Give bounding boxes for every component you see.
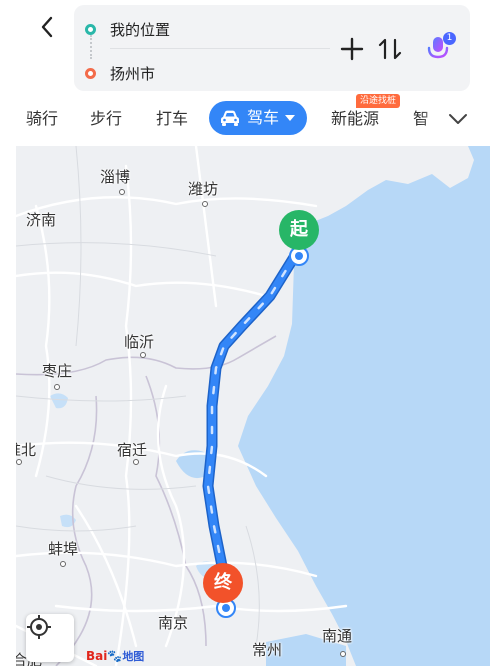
- city-dot-bengbu: [60, 561, 66, 567]
- dropdown-triangle-icon: [285, 114, 296, 122]
- baidu-logo-suffix: 地图: [122, 650, 145, 663]
- map-view[interactable]: 淄博 潍坊 济南 临沂 枣庄 宿迁 淮北 蚌埠 南京 常州 南通 合肥 起 终: [16, 146, 490, 666]
- header: 我的位置 扬州市 1: [0, 0, 500, 100]
- swap-route-button[interactable]: [376, 35, 404, 63]
- end-marker[interactable]: 终: [203, 563, 243, 611]
- city-dot-zibo: [119, 189, 125, 195]
- province-border-3: [145, 375, 207, 647]
- chevron-down-icon: [449, 114, 467, 124]
- lake-weishan: [50, 393, 68, 409]
- voice-input-button[interactable]: 1: [424, 32, 456, 63]
- baidu-logo-prefix: Bai: [86, 649, 108, 663]
- city-linyi: 临沂: [124, 333, 155, 351]
- origin-field[interactable]: 我的位置: [74, 11, 334, 47]
- origin-text: 我的位置: [110, 20, 171, 39]
- tab-new-energy[interactable]: 新能源: [331, 106, 379, 132]
- destination-field[interactable]: 扬州市: [74, 55, 334, 91]
- city-suqian: 宿迁: [117, 441, 148, 459]
- route-divider: [110, 48, 330, 49]
- start-marker-label: 起: [279, 210, 319, 250]
- end-marker-label: 终: [203, 563, 243, 603]
- city-jinan: 济南: [26, 211, 57, 229]
- locate-button[interactable]: [26, 614, 74, 662]
- tab-driving[interactable]: 驾车: [209, 101, 308, 135]
- add-icon: [340, 37, 364, 61]
- tab-cycling[interactable]: 骑行: [26, 106, 58, 132]
- route-input-box: 我的位置 扬州市 1: [74, 5, 470, 91]
- city-dot-nantong: [340, 651, 346, 657]
- destination-dot-icon: [85, 67, 96, 79]
- more-modes-button[interactable]: [444, 105, 472, 133]
- city-changzhou: 常州: [252, 641, 283, 659]
- destination-text: 扬州市: [110, 64, 156, 83]
- locate-crosshair-icon: [27, 615, 51, 639]
- mic-badge: 1: [443, 32, 456, 45]
- back-button[interactable]: [32, 12, 62, 42]
- baidu-map-logo: Bai🐾地图: [86, 648, 144, 664]
- city-dot-linyi: [140, 352, 146, 358]
- back-arrow-icon: [41, 16, 53, 38]
- charging-badge: 沿途找桩: [356, 94, 401, 108]
- city-weifang: 潍坊: [188, 180, 219, 198]
- tab-walking[interactable]: 步行: [90, 106, 122, 132]
- paw-icon: 🐾: [107, 649, 123, 663]
- swap-icon: [378, 38, 402, 60]
- city-zibo: 淄博: [100, 168, 131, 186]
- car-icon: [219, 109, 241, 127]
- city-bengbu: 蚌埠: [48, 540, 79, 558]
- travel-mode-tabs: 骑行 步行 打车 驾车 新能源 沿途找桩 智: [0, 94, 500, 146]
- tab-driving-label: 驾车: [247, 108, 280, 127]
- map-canvas: [16, 146, 490, 666]
- tab-taxi[interactable]: 打车: [156, 106, 188, 132]
- city-dot-weifang: [202, 201, 208, 207]
- origin-dot-icon: [85, 23, 96, 35]
- city-nanjing: 南京: [158, 614, 189, 632]
- city-nantong: 南通: [322, 627, 353, 645]
- city-huaibei: 淮北: [16, 441, 37, 459]
- city-dot-zaozhuang: [54, 384, 60, 390]
- start-marker[interactable]: 起: [279, 210, 319, 258]
- map-app-screen: 我的位置 扬州市 1 骑行 步行 打车 驾车 新能源 沿途找桩 淄博 潍坊 济南…: [0, 0, 500, 666]
- add-waypoint-button[interactable]: [338, 35, 366, 63]
- city-zaozhuang: 枣庄: [42, 362, 73, 380]
- sea-area: [238, 146, 490, 666]
